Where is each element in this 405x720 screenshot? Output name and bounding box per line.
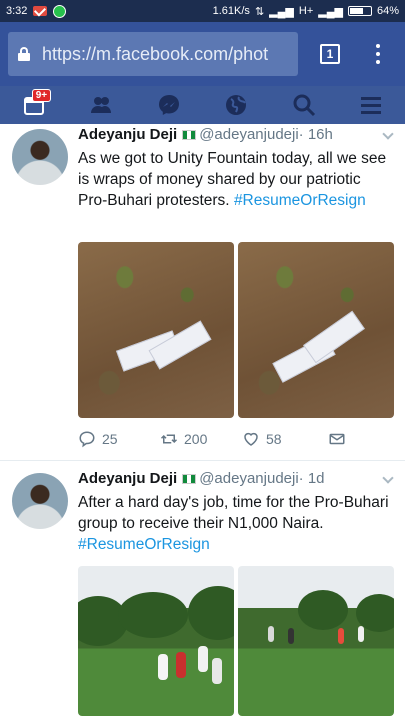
clock: 3:32: [6, 5, 28, 17]
facebook-nav: 9+: [0, 86, 405, 124]
signal-bars-icon: ▂▄▆: [269, 5, 294, 18]
hashtag-link[interactable]: #ResumeOrResign: [78, 536, 210, 553]
tweet-2[interactable]: Adeyanju Deji @adeyanjudeji· 1d After a h…: [0, 468, 405, 720]
author-handle[interactable]: @adeyanjudeji: [199, 126, 298, 143]
network-type: H+: [298, 5, 314, 17]
author-name[interactable]: Adeyanju Deji: [78, 126, 177, 143]
url-field[interactable]: https://m.facebook.com/phot: [8, 32, 298, 76]
whatsapp-icon: [53, 4, 67, 18]
author-name[interactable]: Adeyanju Deji: [78, 470, 177, 487]
tweet-actions: 25 200 58: [78, 430, 378, 448]
like-button[interactable]: 58: [242, 430, 328, 448]
hashtag-link[interactable]: #ResumeOrResign: [234, 192, 366, 209]
chevron-down-icon[interactable]: [382, 472, 394, 484]
retweet-button[interactable]: 200: [160, 430, 242, 448]
reply-count: 25: [102, 431, 118, 447]
tab-switcher-button[interactable]: 1: [320, 44, 340, 64]
avatar[interactable]: [12, 473, 68, 529]
url-text: https://m.facebook.com/phot: [42, 43, 269, 64]
notifications-badge: 9+: [31, 89, 52, 102]
menu-icon[interactable]: [357, 91, 385, 119]
status-bar: 3:32 1.61K/s ⇅ ▂▄▆ H+ ▂▄▆ 64%: [0, 0, 405, 22]
tweet-text: As we got to Unity Fountain today, all w…: [78, 148, 394, 211]
author-handle[interactable]: @adeyanjudeji: [199, 470, 298, 487]
avatar[interactable]: [12, 129, 68, 185]
tweet-media: [78, 242, 394, 418]
signal-icon: ⇅: [254, 5, 265, 18]
nigeria-flag-icon: [182, 474, 197, 484]
lock-icon: [18, 47, 30, 61]
envelope-icon: [329, 433, 345, 445]
battery-icon: [347, 6, 372, 16]
dm-button[interactable]: [328, 430, 346, 448]
photo-money-wrap-1[interactable]: [78, 242, 234, 418]
tweet-body: After a hard day's job, time for the Pro…: [78, 494, 389, 532]
photo-crowd-2[interactable]: [238, 566, 394, 716]
tweet-media: [78, 566, 394, 716]
like-count: 58: [266, 431, 282, 447]
nigeria-flag-icon: [182, 130, 197, 140]
search-icon[interactable]: [290, 91, 318, 119]
browser-menu-button[interactable]: [376, 44, 380, 64]
tweet-time: · 1d: [298, 470, 325, 487]
tweet-header: Adeyanju Deji @adeyanjudeji· 16h: [78, 126, 333, 143]
battery-percent: 64%: [376, 5, 399, 17]
tweet-divider: [0, 460, 405, 461]
gmail-icon: [33, 6, 48, 16]
messenger-icon[interactable]: [155, 91, 183, 119]
signal-bars-icon-2: ▂▄▆: [318, 5, 343, 18]
globe-icon[interactable]: [222, 91, 250, 119]
friends-icon[interactable]: [87, 91, 115, 119]
tweet-header: Adeyanju Deji @adeyanjudeji· 1d: [78, 470, 325, 487]
photo-money-wrap-2[interactable]: [238, 242, 394, 418]
tweet-1[interactable]: Adeyanju Deji @adeyanjudeji· 16h As we go…: [0, 124, 405, 460]
photo-crowd-1[interactable]: [78, 566, 234, 716]
network-speed: 1.61K/s: [212, 5, 250, 17]
chevron-down-icon[interactable]: [382, 128, 394, 140]
browser-toolbar: https://m.facebook.com/phot 1: [0, 22, 405, 86]
tweet-time: · 16h: [298, 126, 333, 143]
notifications-icon[interactable]: 9+: [20, 89, 52, 119]
reply-button[interactable]: 25: [78, 430, 160, 448]
retweet-count: 200: [184, 431, 208, 447]
tweet-text: After a hard day's job, time for the Pro…: [78, 492, 394, 555]
